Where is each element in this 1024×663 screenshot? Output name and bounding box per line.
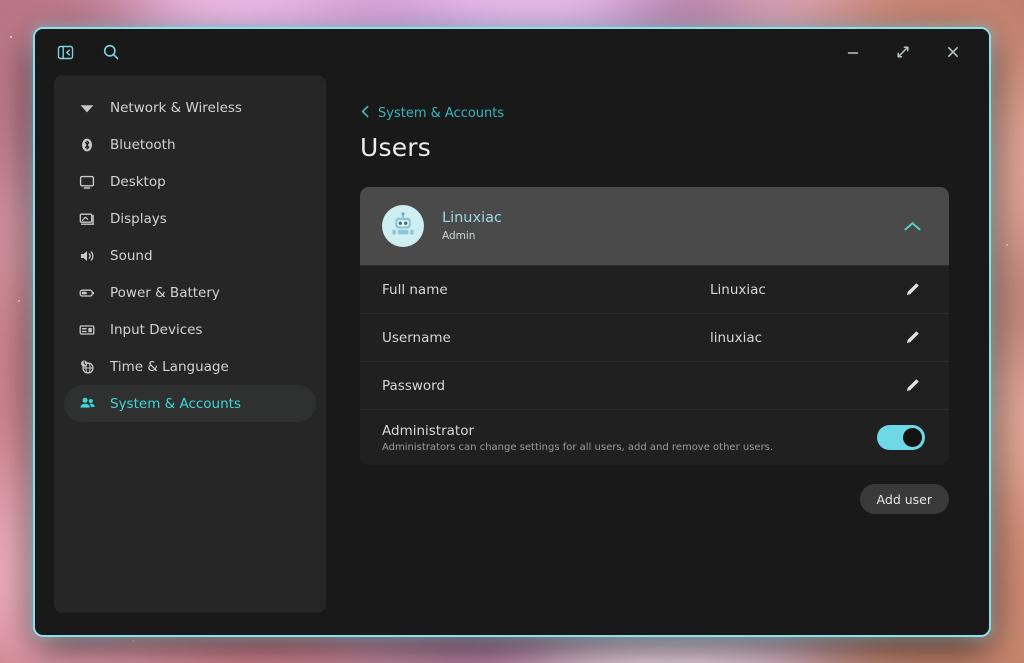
sidebar-toggle-icon[interactable] [53,40,77,64]
pencil-icon[interactable] [899,277,925,303]
sidebar-item-bluetooth[interactable]: Bluetooth [64,126,316,163]
sidebar-item-label: Time & Language [110,358,229,375]
bluetooth-icon [78,136,96,154]
users-icon [78,395,96,413]
sidebar-item-desktop[interactable]: Desktop [64,163,316,200]
user-card: Linuxiac Admin Full name Linuxiac Userna… [360,187,949,465]
row-label: Username [382,329,451,346]
sidebar-item-label: Input Devices [110,321,203,338]
pencil-icon[interactable] [899,325,925,351]
robot-avatar-icon [382,205,424,247]
search-icon[interactable] [99,40,123,64]
page-title: Users [360,133,432,162]
sidebar-item-label: System & Accounts [110,395,241,412]
sidebar-item-label: Sound [110,247,153,264]
settings-main-content: System & Accounts Users Linuxiac Admin F… [326,75,989,635]
account-name: Linuxiac [442,209,502,226]
window-titlebar [35,29,989,75]
clock-globe-icon [78,358,96,376]
row-value: Linuxiac [710,281,766,298]
table-row-administrator: Administrator Administrators can change … [360,409,949,465]
pencil-icon[interactable] [899,373,925,399]
row-description: Administrators can change settings for a… [382,441,774,453]
speaker-icon [78,247,96,265]
user-card-header[interactable]: Linuxiac Admin [360,187,949,265]
sidebar-item-system-accounts[interactable]: System & Accounts [64,385,316,422]
toggle-knob [903,428,922,447]
sidebar-item-label: Network & Wireless [110,99,242,116]
row-label: Password [382,377,446,394]
displays-icon [78,210,96,228]
table-row-password: Password [360,361,949,409]
row-label: Full name [382,281,448,298]
chevron-left-icon [360,105,371,122]
chevron-up-icon[interactable] [899,213,925,239]
add-user-row: Add user [360,484,949,514]
add-user-button[interactable]: Add user [859,484,949,514]
breadcrumb-label: System & Accounts [378,106,505,121]
wifi-icon [78,99,96,117]
row-label: Administrator [382,422,475,439]
settings-window: Network & Wireless Bluetooth Desktop Dis… [33,27,991,637]
table-row-username: Username linuxiac [360,313,949,361]
sidebar-item-time-language[interactable]: Time & Language [64,348,316,385]
desktop-wallpaper: Network & Wireless Bluetooth Desktop Dis… [0,0,1024,663]
sidebar-item-label: Desktop [110,173,166,190]
keyboard-icon [78,321,96,339]
sidebar-item-label: Power & Battery [110,284,220,301]
sidebar-item-displays[interactable]: Displays [64,200,316,237]
sidebar-item-input-devices[interactable]: Input Devices [64,311,316,348]
administrator-toggle[interactable] [877,425,925,450]
sidebar-item-sound[interactable]: Sound [64,237,316,274]
sidebar-item-power-battery[interactable]: Power & Battery [64,274,316,311]
maximize-icon[interactable] [891,40,915,64]
row-value: linuxiac [710,329,763,346]
close-icon[interactable] [941,40,965,64]
battery-icon [78,284,96,302]
monitor-icon [78,173,96,191]
settings-sidebar: Network & Wireless Bluetooth Desktop Dis… [54,75,326,613]
minimize-icon[interactable] [841,40,865,64]
sidebar-item-network-wireless[interactable]: Network & Wireless [64,89,316,126]
account-role: Admin [442,230,476,242]
breadcrumb-back-system-accounts[interactable]: System & Accounts [360,105,504,122]
sidebar-item-label: Displays [110,210,167,227]
sidebar-item-label: Bluetooth [110,136,176,153]
window-body: Network & Wireless Bluetooth Desktop Dis… [35,75,989,635]
table-row-full-name: Full name Linuxiac [360,265,949,313]
